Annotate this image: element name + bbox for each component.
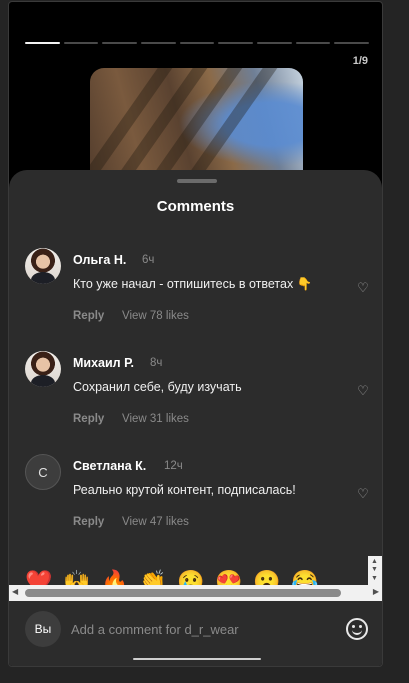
heart-outline-icon[interactable]: ♡ bbox=[356, 281, 370, 295]
comment-author[interactable]: Ольга Н. bbox=[73, 253, 126, 267]
avatar[interactable] bbox=[25, 351, 61, 387]
story-viewer: 1/9 Comments Ольга Н. 6ч Кто уже начал -… bbox=[8, 1, 383, 667]
sheet-title: Comments bbox=[156, 198, 235, 215]
scrollbar-thumb[interactable] bbox=[25, 589, 341, 597]
story-progress-segment bbox=[295, 42, 331, 44]
smiley-icon[interactable] bbox=[346, 618, 368, 640]
current-user-avatar: Вы bbox=[25, 611, 61, 647]
comment-composer: Вы bbox=[9, 601, 382, 653]
home-indicator bbox=[133, 658, 261, 660]
comment-time: 6ч bbox=[142, 254, 155, 266]
comment-item: С Светлана К. 12ч Реально крутой контент… bbox=[25, 454, 370, 544]
view-likes-link[interactable]: View 78 likes bbox=[122, 310, 189, 322]
reply-button[interactable]: Reply bbox=[73, 413, 104, 425]
scroll-right-arrow-icon[interactable]: ▶ bbox=[373, 587, 379, 596]
story-progress-segment bbox=[63, 42, 99, 44]
story-progress-segment bbox=[218, 42, 254, 44]
view-likes-link[interactable]: View 31 likes bbox=[122, 413, 189, 425]
avatar[interactable]: С bbox=[25, 454, 61, 490]
story-progress-segment bbox=[334, 42, 370, 44]
reply-button[interactable]: Reply bbox=[73, 310, 104, 322]
comment-text: Реально крутой контент, подписалась! bbox=[73, 483, 296, 497]
story-progress-segment bbox=[257, 42, 292, 44]
heart-outline-icon[interactable]: ♡ bbox=[356, 384, 370, 398]
comment-author[interactable]: Светлана К. bbox=[73, 459, 146, 473]
comment-input[interactable] bbox=[71, 615, 331, 643]
vertical-scrollbar[interactable]: ▲ ▼ ▼ bbox=[368, 556, 382, 585]
comment-text: Кто уже начал - отпишитесь в ответах 👇 bbox=[73, 277, 313, 291]
comment-author[interactable]: Михаил Р. bbox=[73, 356, 134, 370]
horizontal-scrollbar[interactable]: ◀ ▶ bbox=[9, 585, 382, 601]
avatar[interactable] bbox=[25, 248, 61, 284]
comment-item: Ольга Н. 6ч Кто уже начал - отпишитесь в… bbox=[25, 248, 370, 338]
reply-button[interactable]: Reply bbox=[73, 516, 104, 528]
comment-time: 8ч bbox=[150, 357, 163, 369]
comment-time: 12ч bbox=[164, 460, 183, 472]
story-counter: 1/9 bbox=[352, 55, 368, 67]
comment-item: Михаил Р. 8ч Сохранил себе, буду изучать… bbox=[25, 351, 370, 441]
story-progress-segment bbox=[141, 42, 176, 44]
story-progress-bar bbox=[25, 42, 370, 44]
sheet-drag-handle[interactable] bbox=[177, 179, 217, 183]
story-progress-segment bbox=[25, 42, 60, 44]
story-progress-segment bbox=[102, 42, 138, 44]
scroll-left-arrow-icon[interactable]: ◀ bbox=[12, 587, 18, 596]
heart-outline-icon[interactable]: ♡ bbox=[356, 487, 370, 501]
comment-text: Сохранил себе, буду изучать bbox=[73, 380, 242, 394]
comments-sheet: Comments Ольга Н. 6ч Кто уже начал - отп… bbox=[9, 170, 382, 666]
view-likes-link[interactable]: View 47 likes bbox=[122, 516, 189, 528]
story-progress-segment bbox=[179, 42, 215, 44]
